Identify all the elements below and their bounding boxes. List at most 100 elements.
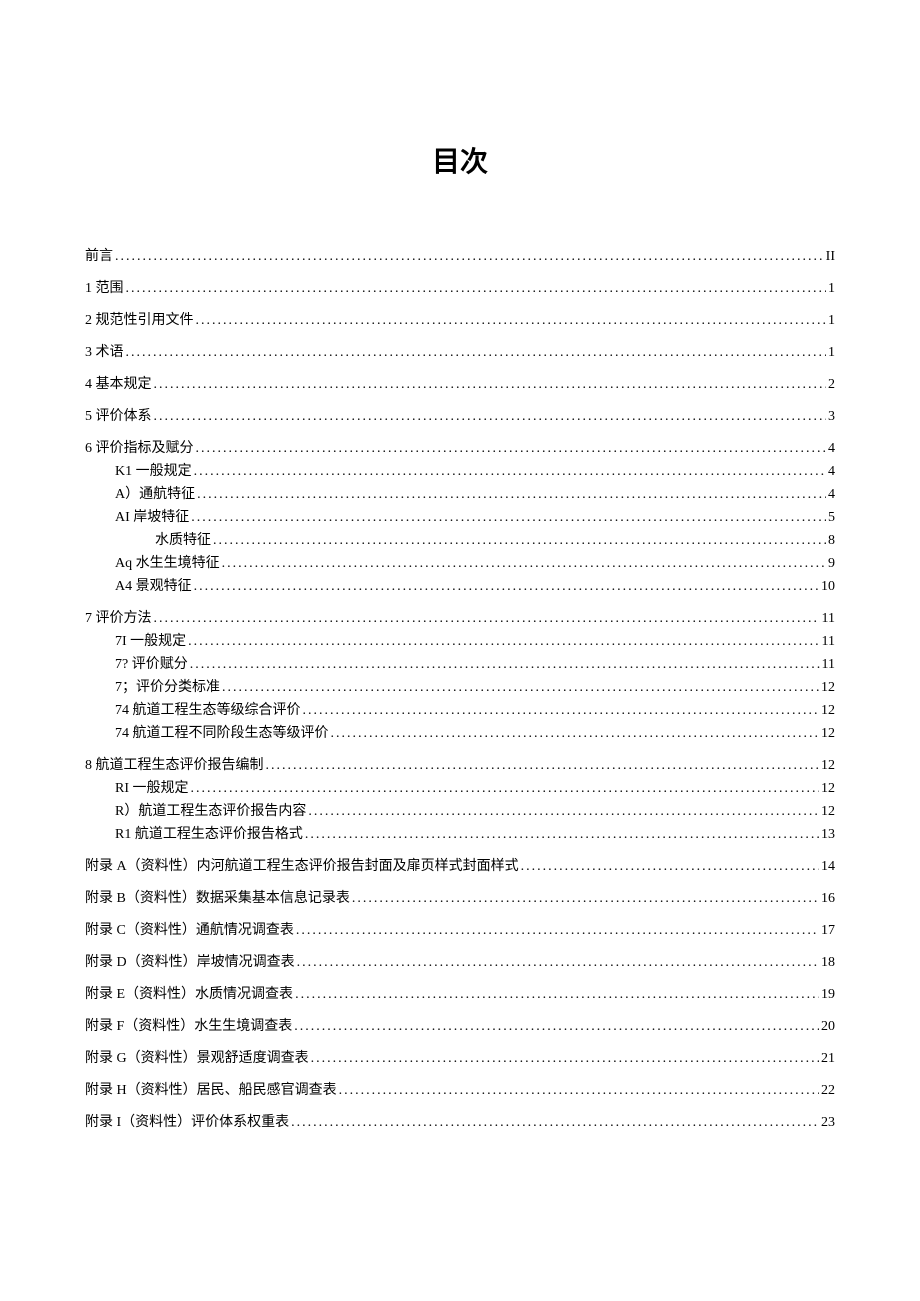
toc-entry-page: 10 <box>821 580 835 594</box>
toc-entry-page: 12 <box>821 727 835 741</box>
toc-entry-page: II <box>826 250 835 264</box>
toc-entry-page: 1 <box>828 314 835 328</box>
toc-entry: 附录 G（资料性）景观舒适度调查表21 <box>85 1052 835 1066</box>
toc-dots <box>222 557 826 571</box>
toc-dots <box>191 511 826 525</box>
toc-entry: 7? 评价赋分 11 <box>85 658 835 672</box>
toc-dots <box>521 860 819 874</box>
toc-dots <box>197 488 826 502</box>
toc-entry-page: 4 <box>828 488 835 502</box>
toc-dots <box>213 534 826 548</box>
toc-dots <box>297 956 819 970</box>
toc-entry-page: 16 <box>821 892 835 906</box>
toc-entry: 6 评价指标及赋分 4 <box>85 442 835 456</box>
toc-entry-page: 12 <box>821 759 835 773</box>
toc-entry-label: 8 航道工程生态评价报告编制 <box>85 759 264 773</box>
toc-dots <box>305 828 819 842</box>
toc-entry: Aq 水生生境特征 9 <box>85 557 835 571</box>
toc-entry-page: 9 <box>828 557 835 571</box>
toc-dots <box>291 1116 819 1130</box>
toc-dots <box>126 346 827 360</box>
toc-dots <box>154 410 827 424</box>
toc-entry-label: AI 岸坡特征 <box>115 511 189 525</box>
toc-dots <box>196 442 827 456</box>
toc-dots <box>311 1052 819 1066</box>
toc-entry-label: K1 一般规定 <box>115 465 192 479</box>
toc-entry: AI 岸坡特征5 <box>85 511 835 525</box>
toc-entry-label: 7 评价方法 <box>85 612 152 626</box>
toc-entry-page: 17 <box>821 924 835 938</box>
page-title: 目次 <box>85 140 835 180</box>
toc-entry: 8 航道工程生态评价报告编制 12 <box>85 759 835 773</box>
toc-entry: 7I 一般规定 11 <box>85 635 835 649</box>
toc-entry: 附录 E（资料性）水质情况调查表19 <box>85 988 835 1002</box>
toc-entry-label: 2 规范性引用文件 <box>85 314 194 328</box>
toc-entry-label: Aq 水生生境特征 <box>115 557 220 571</box>
toc-entry-page: 11 <box>822 635 835 649</box>
toc-entry-label: 74 航道工程生态等级综合评价 <box>115 704 301 718</box>
toc-entry-label: 附录 H（资料性）居民、船民感官调查表 <box>85 1084 337 1098</box>
toc-entry-label: 附录 A（资料性）内河航道工程生态评价报告封面及扉页样式封面样式 <box>85 860 519 874</box>
toc-dots <box>154 378 827 392</box>
toc-entry: 3 术语1 <box>85 346 835 360</box>
toc-entry: 5 评价体系3 <box>85 410 835 424</box>
toc-dots <box>339 1084 819 1098</box>
toc-dots <box>191 782 820 796</box>
toc-entry-label: 7I 一般规定 <box>115 635 186 649</box>
toc-entry: 7；评价分类标准12 <box>85 681 835 695</box>
toc-entry-page: 11 <box>822 612 835 626</box>
toc-entry: 附录 H（资料性）居民、船民感官调查表22 <box>85 1084 835 1098</box>
toc-entry-label: 7? 评价赋分 <box>115 658 188 672</box>
toc-entry-label: R1 航道工程生态评价报告格式 <box>115 828 303 842</box>
toc-entry: 附录 I（资料性）评价体系权重表23 <box>85 1116 835 1130</box>
toc-entry-page: 11 <box>822 658 835 672</box>
toc-entry-label: 前言 <box>85 250 113 264</box>
toc-entry-label: 附录 F（资料性）水生生境调查表 <box>85 1020 292 1034</box>
toc-entry-page: 12 <box>821 681 835 695</box>
table-of-contents: 前言II1 范围12 规范性引用文件13 术语14 基本规定25 评价体系36 … <box>85 250 835 1130</box>
toc-entry-label: 74 航道工程不同阶段生态等级评价 <box>115 727 329 741</box>
toc-entry: 2 规范性引用文件 1 <box>85 314 835 328</box>
toc-entry-page: 12 <box>821 782 835 796</box>
toc-entry-label: 附录 C（资料性）通航情况调查表 <box>85 924 294 938</box>
toc-entry: 附录 F（资料性）水生生境调查表20 <box>85 1020 835 1034</box>
toc-dots <box>222 681 819 695</box>
toc-entry: A）通航特征 4 <box>85 488 835 502</box>
toc-entry-page: 4 <box>828 465 835 479</box>
toc-dots <box>295 988 819 1002</box>
toc-entry: 附录 B（资料性）数据采集基本信息记录表 16 <box>85 892 835 906</box>
toc-entry-label: 4 基本规定 <box>85 378 152 392</box>
toc-entry: R1 航道工程生态评价报告格式13 <box>85 828 835 842</box>
toc-entry-label: 水质特征 <box>155 534 211 548</box>
toc-dots <box>294 1020 819 1034</box>
toc-dots <box>296 924 819 938</box>
toc-entry-label: 附录 I（资料性）评价体系权重表 <box>85 1116 289 1130</box>
toc-entry-label: RI 一般规定 <box>115 782 189 796</box>
toc-dots <box>188 635 819 649</box>
toc-dots <box>154 612 820 626</box>
toc-entry: 前言 II <box>85 250 835 264</box>
toc-entry-label: 附录 B（资料性）数据采集基本信息记录表 <box>85 892 350 906</box>
toc-entry: 74 航道工程不同阶段生态等级评价 12 <box>85 727 835 741</box>
toc-entry-page: 8 <box>828 534 835 548</box>
toc-entry: 附录 A（资料性）内河航道工程生态评价报告封面及扉页样式封面样式 14 <box>85 860 835 874</box>
toc-dots <box>115 250 824 264</box>
toc-entry-label: 6 评价指标及赋分 <box>85 442 194 456</box>
toc-entry-label: 1 范围 <box>85 282 124 296</box>
toc-entry-label: 附录 E（资料性）水质情况调查表 <box>85 988 293 1002</box>
toc-entry: 74 航道工程生态等级综合评价12 <box>85 704 835 718</box>
toc-entry-page: 14 <box>821 860 835 874</box>
toc-entry-label: A）通航特征 <box>115 488 195 502</box>
toc-dots <box>303 704 820 718</box>
toc-entry: 附录 C（资料性）通航情况调查表 17 <box>85 924 835 938</box>
toc-entry-page: 18 <box>821 956 835 970</box>
toc-entry-page: 3 <box>828 410 835 424</box>
toc-entry-page: 4 <box>828 442 835 456</box>
toc-entry-page: 2 <box>828 378 835 392</box>
toc-entry: RI 一般规定 12 <box>85 782 835 796</box>
toc-dots <box>308 805 819 819</box>
toc-dots <box>266 759 820 773</box>
toc-entry-page: 1 <box>828 346 835 360</box>
toc-entry: R）航道工程生态评价报告内容12 <box>85 805 835 819</box>
toc-entry: 1 范围1 <box>85 282 835 296</box>
